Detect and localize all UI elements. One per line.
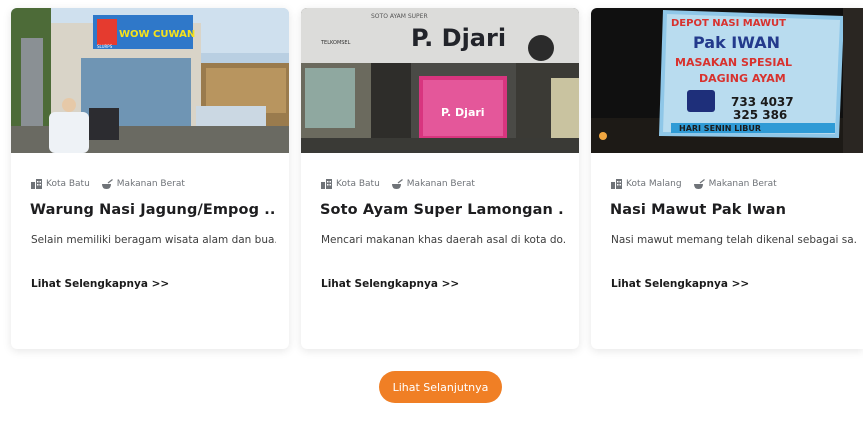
sign-line2: Pak IWAN [693,33,780,52]
card-meta: Kota Batu Makanan Berat [321,177,487,191]
city-tag: Kota Batu [31,179,90,189]
shop-sign-text: WOW CUWAN [119,29,195,40]
sign-phone2: 325 386 [733,108,787,122]
culinary-card[interactable]: WOW CUWAN SLURPS Kota Batu Makanan Berat… [11,8,289,349]
category-label: Makanan Berat [116,179,185,189]
food-bowl-icon [391,179,403,189]
city-label: Kota Batu [46,179,90,189]
banner-main-text: P. Djari [411,24,506,52]
culinary-card[interactable]: DEPOT NASI MAWUT Pak IWAN MASAKAN SPESIA… [591,8,863,349]
card-description: Mencari makanan khas daerah asal di kota… [321,234,566,246]
banner-sub-text: TELKOMSEL [320,40,351,46]
sign-phone1: 733 4037 [731,95,794,109]
city-building-icon [321,179,332,189]
read-more-link[interactable]: Lihat Selengkapnya >> [611,278,749,290]
sign-line4: DAGING AYAM [699,72,786,85]
category-label: Makanan Berat [708,179,777,189]
read-more-link[interactable]: Lihat Selengkapnya >> [321,278,459,290]
read-more-link[interactable]: Lihat Selengkapnya >> [31,278,169,290]
card-title[interactable]: Nasi Mawut Pak Iwan [610,202,855,218]
category-label: Makanan Berat [406,179,475,189]
sign-line1: DEPOT NASI MAWUT [671,18,786,29]
city-building-icon [611,179,622,189]
city-tag: Kota Batu [321,179,380,189]
card-description: Nasi mawut memang telah dikenal sebagai … [611,234,856,246]
culinary-card[interactable]: SOTO AYAM SUPER P. Djari TELKOMSEL P. Dj… [301,8,579,349]
svg-text:P. Djari: P. Djari [441,106,485,119]
category-tag: Makanan Berat [101,179,185,189]
sign-footer: HARI SENIN LIBUR [679,124,761,133]
city-label: Kota Malang [626,179,682,189]
culinary-card-list: WOW CUWAN SLURPS Kota Batu Makanan Berat… [11,8,863,349]
banner-top-text: SOTO AYAM SUPER [371,13,428,20]
city-label: Kota Batu [336,179,380,189]
card-meta: Kota Malang Makanan Berat [611,177,789,191]
card-title[interactable]: Soto Ayam Super Lamongan ... [320,202,565,218]
city-tag: Kota Malang [611,179,682,189]
food-bowl-icon [693,179,705,189]
load-more-button[interactable]: Lihat Selanjutnya [379,371,502,403]
food-bowl-icon [101,179,113,189]
card-description: Selain memiliki beragam wisata alam dan … [31,234,276,246]
card-title[interactable]: Warung Nasi Jagung/Empog ... [30,202,275,218]
card-photo[interactable]: DEPOT NASI MAWUT Pak IWAN MASAKAN SPESIA… [591,8,863,153]
city-building-icon [31,179,42,189]
card-photo[interactable]: SOTO AYAM SUPER P. Djari TELKOMSEL P. Dj… [301,8,579,153]
card-meta: Kota Batu Makanan Berat [31,177,197,191]
sign-line3: MASAKAN SPESIAL [675,56,792,69]
shop-sub-text: SLURPS [97,44,113,49]
card-photo[interactable]: WOW CUWAN SLURPS [11,8,289,153]
category-tag: Makanan Berat [391,179,475,189]
category-tag: Makanan Berat [693,179,777,189]
